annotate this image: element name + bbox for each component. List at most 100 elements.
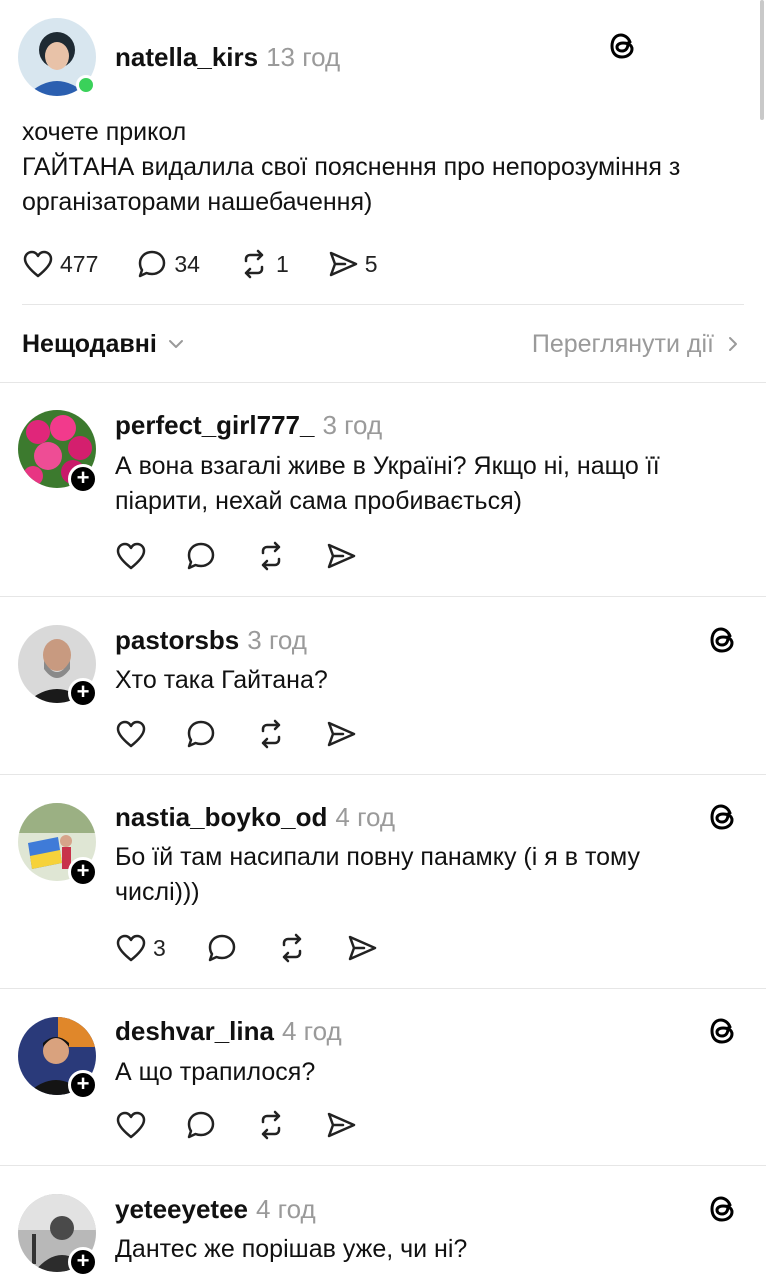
comment-button[interactable] [185, 1109, 217, 1141]
reply-text: А вона взагалі живе в Україні? Якщо ні, … [115, 449, 660, 519]
reply-author[interactable]: deshvar_lina 4 год [115, 1016, 342, 1047]
repost-count: 1 [275, 250, 289, 277]
reply-text: А що трапилося? [115, 1055, 315, 1090]
online-status-dot [76, 75, 96, 95]
heart-icon [116, 934, 146, 962]
divider [0, 596, 766, 597]
reply-time: 4 год [281, 1016, 342, 1046]
share-button[interactable]: 5 [327, 248, 378, 280]
heart-icon [116, 720, 146, 748]
divider [0, 382, 766, 383]
reply-time: 4 год [256, 1194, 316, 1224]
send-icon [327, 543, 356, 569]
comment-button[interactable] [185, 540, 217, 572]
repost-button[interactable] [276, 932, 308, 964]
send-icon [327, 721, 356, 747]
send-icon [329, 251, 358, 277]
comment-icon [139, 250, 166, 278]
send-icon [327, 1112, 356, 1138]
reply-text-line: Хто така Гайтана? [115, 666, 328, 694]
repost-button[interactable] [255, 718, 287, 750]
like-button[interactable]: 477 [22, 248, 98, 280]
divider [0, 1165, 766, 1166]
follow-plus-icon[interactable]: + [68, 678, 98, 708]
send-icon [348, 935, 377, 961]
username[interactable]: nastia_boyko_od [115, 802, 327, 832]
view-activity-link[interactable]: Переглянути дії [532, 330, 744, 359]
username[interactable]: deshvar_lina [115, 1016, 274, 1046]
reply-text: Бо їй там насипали повну панамку (і я в … [115, 840, 640, 910]
comment-button[interactable] [185, 718, 217, 750]
username[interactable]: yeteeyetee [115, 1194, 248, 1224]
like-count: 477 [60, 250, 99, 277]
heart-icon [23, 250, 53, 278]
post-text: хочете прикол ГАЙТАНА видалила свої пояс… [22, 115, 680, 220]
repost-icon [261, 541, 281, 571]
heart-icon [116, 542, 146, 570]
like-button[interactable] [115, 1109, 147, 1141]
like-button[interactable]: 3 [115, 932, 166, 964]
post-actions: 477 34 1 5 [22, 244, 416, 284]
divider [22, 304, 744, 305]
share-button[interactable] [325, 540, 357, 572]
heart-icon [116, 1111, 146, 1139]
scrollbar[interactable] [760, 0, 764, 120]
username[interactable]: natella_kirs [115, 42, 258, 72]
like-button[interactable] [115, 718, 147, 750]
reply-author[interactable]: nastia_boyko_od 4 год [115, 802, 395, 833]
username[interactable]: perfect_girl777_ [115, 410, 314, 440]
reply-text-line: Бо їй там насипали повну панамку (і я в … [115, 843, 640, 871]
reply-text-line: А вона взагалі живе в Україні? Якщо ні, … [115, 452, 660, 480]
repost-icon [261, 719, 281, 749]
comment-button[interactable]: 34 [136, 248, 200, 280]
comment-icon [208, 934, 236, 962]
like-button[interactable] [115, 540, 147, 572]
reply-time: 3 год [247, 625, 307, 655]
comment-icon [187, 1111, 215, 1139]
post-text-line: хочете прикол [22, 118, 187, 146]
reply-text-line: Дантес же порішав уже, чи ні? [115, 1235, 468, 1263]
post-author[interactable]: natella_kirs 13 год [115, 42, 340, 73]
post-text-line: організаторами нашебачення) [22, 188, 373, 216]
reply-actions [115, 536, 395, 576]
follow-plus-icon[interactable]: + [68, 1247, 98, 1277]
share-button[interactable] [346, 932, 378, 964]
reply-text-line: числі))) [115, 878, 200, 906]
comment-button[interactable] [206, 932, 238, 964]
chevron-down-icon [168, 340, 183, 348]
comment-icon [187, 542, 215, 570]
follow-plus-icon[interactable]: + [68, 464, 98, 494]
threads-logo-icon [710, 627, 734, 653]
repost-icon [261, 1110, 281, 1140]
repost-icon [282, 933, 302, 963]
follow-plus-icon[interactable]: + [68, 857, 98, 887]
reply-time: 3 год [322, 410, 383, 440]
reply-author[interactable]: yeteeyetee 4 год [115, 1194, 316, 1225]
reply-text-line: піарити, нехай сама пробивається) [115, 487, 522, 515]
threads-logo-icon [710, 1196, 734, 1222]
repost-button[interactable] [255, 1109, 287, 1141]
sort-dropdown[interactable]: Нещодавні [22, 330, 187, 359]
reply-actions: 3 [115, 928, 416, 968]
reply-time: 4 год [335, 802, 396, 832]
share-count: 5 [364, 250, 378, 277]
repost-button[interactable] [255, 540, 287, 572]
share-button[interactable] [325, 718, 357, 750]
repost-button[interactable]: 1 [238, 248, 289, 280]
reply-actions [115, 1105, 395, 1145]
post-time: 13 год [266, 42, 341, 72]
divider [0, 774, 766, 775]
sort-bar: Нещодавні Переглянути дії [22, 322, 744, 366]
comment-count: 34 [174, 250, 200, 277]
threads-logo-icon [710, 1018, 734, 1044]
reply-author[interactable]: pastorsbs 3 год [115, 625, 307, 656]
divider [0, 988, 766, 989]
reply-text-line: А що трапилося? [115, 1058, 316, 1086]
sort-label: Нещодавні [22, 329, 157, 358]
share-button[interactable] [325, 1109, 357, 1141]
reply-author[interactable]: perfect_girl777_ 3 год [115, 410, 382, 441]
like-count: 3 [153, 934, 166, 961]
follow-plus-icon[interactable]: + [68, 1070, 98, 1100]
username[interactable]: pastorsbs [115, 625, 239, 655]
reply-text: Хто така Гайтана? [115, 663, 328, 698]
